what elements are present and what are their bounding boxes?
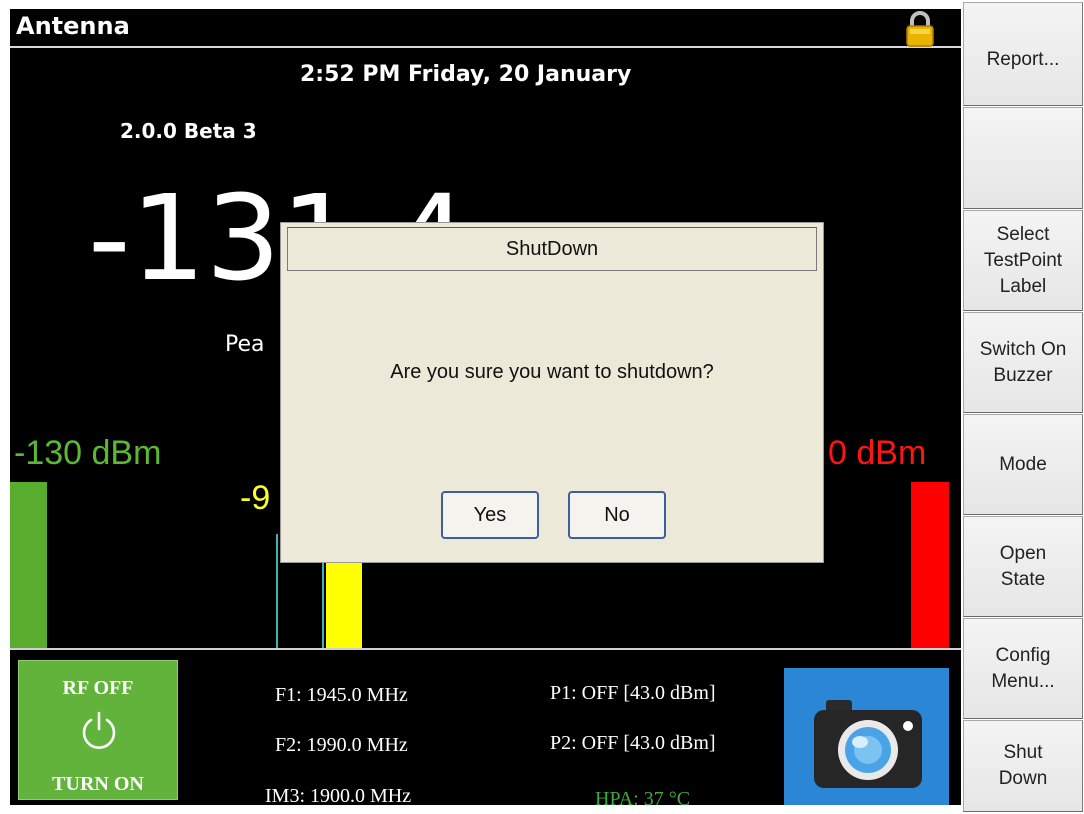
camera-icon [814,700,922,788]
mode-button[interactable]: Mode [963,414,1083,515]
shut-down-label: Shut Down [998,742,1048,789]
marker-line [276,534,278,648]
dialog-title: ShutDown [287,227,817,271]
shut-down-button[interactable]: Shut Down [963,720,1083,812]
screenshot-button[interactable] [784,668,949,805]
f2-frequency: F2: 1990.0 MHz [275,734,408,756]
window-title: Antenna [16,12,130,40]
scale-max-label: 0 dBm [828,434,927,472]
lock-icon [906,11,934,47]
side-menu: Report... Select TestPoint Label Switch … [961,0,1084,814]
no-button[interactable]: No [568,491,666,539]
im3-frequency: IM3: 1900.0 MHz [265,785,412,805]
power-icon [82,711,116,749]
title-bar: Antenna [10,9,961,48]
report-label: Report... [986,49,1060,70]
rf-toggle-button[interactable]: RF OFF TURN ON [18,660,178,800]
scale-min-label: -130 dBm [14,434,162,472]
dialog-message: Are you sure you want to shutdown? [390,361,714,383]
version-label: 2.0.0 Beta 3 [120,119,257,143]
p2-status: P2: OFF [43.0 dBm] [550,732,716,754]
f1-frequency: F1: 1945.0 MHz [275,684,408,706]
empty-softkey[interactable] [963,107,1083,209]
open-state-label: Open State [999,542,1047,590]
rf-action-label: TURN ON [52,773,144,795]
min-level-bar [10,482,47,648]
select-testpoint-label-button[interactable]: Select TestPoint Label [963,210,1083,311]
threshold-bar [326,559,362,648]
report-button[interactable]: Report... [963,2,1083,106]
switch-on-buzzer-label: Switch On Buzzer [979,338,1067,386]
hpa-temperature: HPA: 37 °C [595,788,691,805]
p1-status: P1: OFF [43.0 dBm] [550,682,716,704]
open-state-button[interactable]: Open State [963,516,1083,617]
config-menu-label: Config Menu... [991,644,1055,692]
rf-state-label: RF OFF [62,677,134,699]
main-screen: Antenna 2:52 PM Friday, 20 January 2.0.0… [10,9,961,805]
switch-on-buzzer-button[interactable]: Switch On Buzzer [963,312,1083,413]
yes-button[interactable]: Yes [441,491,539,539]
datetime-display: 2:52 PM Friday, 20 January [300,62,632,87]
shutdown-dialog: ShutDown Are you sure you want to shutdo… [280,222,824,563]
mode-label: Mode [999,453,1047,475]
select-testpoint-label: Select TestPoint Label [983,223,1063,297]
max-level-bar [911,482,949,648]
threshold-label: -9 [240,479,271,517]
peak-label: Pea [225,332,265,357]
config-menu-button[interactable]: Config Menu... [963,618,1083,719]
marker-line [322,559,324,648]
status-panel: RF OFF TURN ON F1: 1945.0 MHz F2: 1990.0… [10,648,961,805]
